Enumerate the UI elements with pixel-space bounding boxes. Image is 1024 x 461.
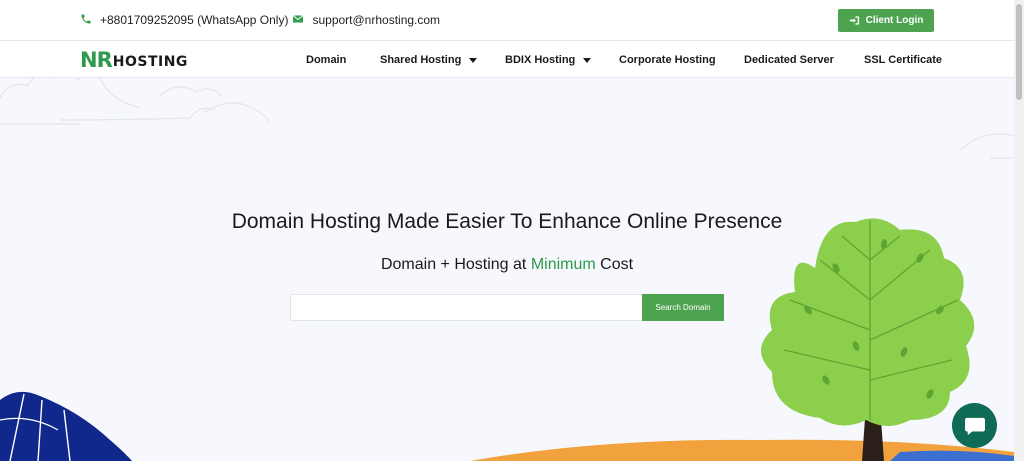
sign-in-icon (849, 16, 859, 25)
cloud-outlines (0, 71, 1014, 159)
search-domain-button[interactable]: Search Domain (642, 294, 724, 321)
chat-bubble-icon (964, 417, 985, 435)
nav-item-ssl-certificate[interactable]: SSL Certificate (864, 54, 942, 66)
scrollbar-thumb[interactable] (1016, 4, 1022, 100)
site-logo[interactable]: NR HOSTING (80, 48, 188, 72)
caret-down-icon (583, 57, 592, 63)
blue-wave (0, 391, 132, 461)
tree-illustration (761, 218, 975, 461)
contact-info: +8801709252095 (WhatsApp Only) support@n… (80, 13, 440, 27)
client-login-label: Client Login (865, 15, 924, 26)
nav-item-domain[interactable]: Domain (306, 54, 346, 66)
main-navbar: NR HOSTING Domain Shared Hosting BDIX Ho… (0, 40, 1014, 78)
hero-subtitle-accent: Minimum (530, 256, 596, 273)
envelope-icon (292, 13, 306, 27)
hero-title: Domain Hosting Made Easier To Enhance On… (231, 210, 783, 233)
nav-item-shared-hosting[interactable]: Shared Hosting (380, 54, 478, 66)
phone-number[interactable]: +8801709252095 (WhatsApp Only) (100, 13, 288, 27)
logo-nr: NR (80, 48, 113, 72)
logo-hosting: HOSTING (112, 54, 188, 70)
client-login-button[interactable]: Client Login (838, 9, 934, 32)
page-scrollbar[interactable] (1014, 0, 1024, 461)
hero-subtitle: Domain + Hosting at Minimum Cost (380, 256, 634, 273)
chat-widget-button[interactable] (952, 403, 997, 448)
phone-icon (80, 13, 94, 27)
domain-search-input[interactable] (290, 294, 642, 321)
domain-search: Search Domain (290, 294, 724, 322)
nav-item-corporate-hosting[interactable]: Corporate Hosting (619, 54, 716, 66)
nav-item-bdix-hosting[interactable]: BDIX Hosting (505, 54, 592, 66)
top-bar: +8801709252095 (WhatsApp Only) support@n… (0, 0, 1014, 40)
nav-item-dedicated-server[interactable]: Dedicated Server (744, 54, 834, 66)
caret-down-icon (469, 57, 478, 63)
email-address[interactable]: support@nrhosting.com (312, 13, 440, 27)
